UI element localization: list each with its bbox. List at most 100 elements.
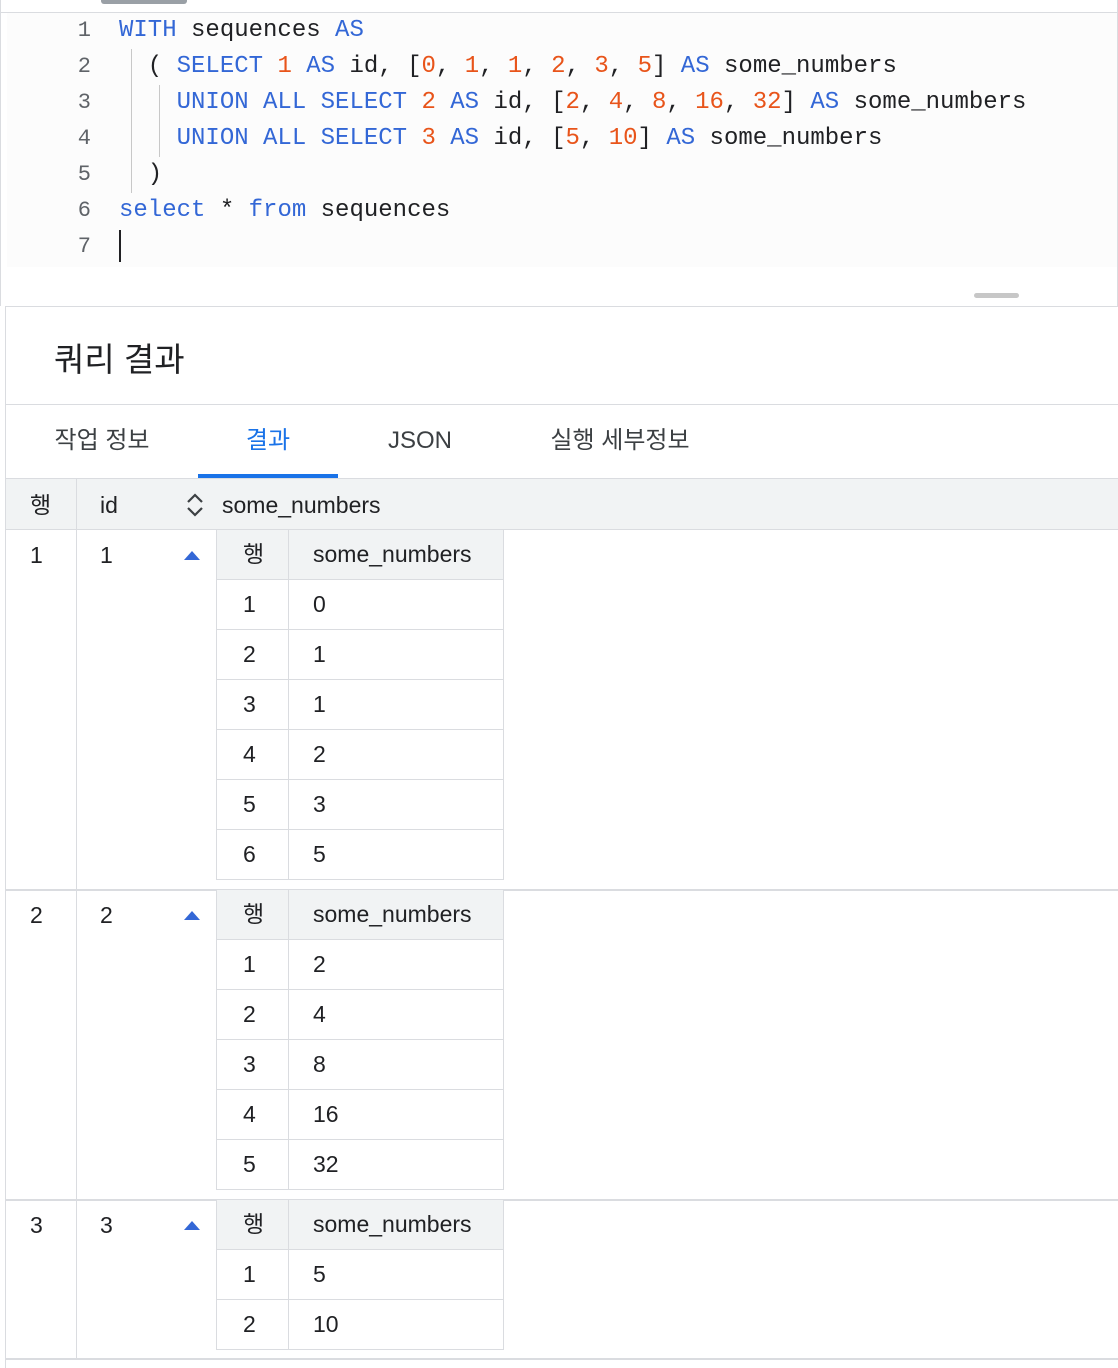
line-number: 6 [77,198,91,223]
results-table-header: 행 id some_numbers [6,478,1118,531]
sql-number: 5 [637,53,652,80]
sql-number: 8 [651,89,667,116]
editor-resize-handle[interactable] [974,293,1019,298]
sql-text: sequences [306,197,451,224]
code-line[interactable]: 1 WITH sequences AS [7,13,1117,49]
nested-row-number: 5 [217,1140,289,1189]
row-number: 3 [30,1212,43,1238]
collapse-icon[interactable] [184,551,200,560]
nested-value-cell: 1 [313,691,326,717]
nested-row-number: 3 [217,1040,289,1089]
nested-row-number: 1 [217,1250,289,1299]
sql-keyword: select [119,197,206,224]
code-line[interactable]: 7 [7,229,1117,265]
nested-table-row: 24 [217,990,503,1040]
sql-keyword: UNION ALL SELECT [176,89,408,116]
sql-text: ( [119,53,177,80]
tab-job-info[interactable]: 작업 정보 [30,418,174,478]
row-number: 1 [30,542,43,568]
sql-text: , [608,53,638,80]
code-text: ) [119,157,162,193]
sql-number: 3 [421,125,436,152]
code-line[interactable]: 6 select * from sequences [7,193,1117,229]
code-line[interactable]: 2 ( SELECT 1 AS id, [0, 1, 1, 2, 3, 5] A… [7,49,1117,85]
sql-text: , [579,89,609,116]
divider [6,404,1118,405]
collapse-icon[interactable] [184,911,200,920]
sql-keyword: AS [666,125,696,152]
nested-table-header: 행 some_numbers [217,1200,503,1250]
editor-top-bar [1,0,1117,13]
code-line[interactable]: 5 ) [7,157,1117,193]
divider [5,306,6,1368]
sql-number: 5 [565,125,580,152]
collapse-icon[interactable] [184,1221,200,1230]
nested-table-row: 5 32 [217,1140,503,1190]
nested-table-row: 42 [217,730,503,780]
sql-text: , [435,53,465,80]
sql-number: 1 [507,53,523,80]
sql-number: 2 [551,53,566,80]
nested-table-row: 21 [217,630,503,680]
sql-number: 1 [464,53,480,80]
code-line[interactable]: 4 UNION ALL SELECT 3 AS id, [5, 10] AS s… [7,121,1117,157]
sql-text: some_numbers [709,53,897,80]
nested-table-row: 12 [217,940,503,990]
nested-row-number: 4 [217,1090,289,1139]
code-line[interactable]: 3 UNION ALL SELECT 2 AS id, [2, 4, 8, 16… [7,85,1117,121]
sql-text: id, [ [479,89,566,116]
nested-table-header: 행 some_numbers [217,890,503,940]
sql-text: , [522,53,552,80]
nested-value-cell: 32 [313,1151,339,1177]
nested-value-cell: 10 [313,1311,339,1337]
sql-keyword: AS [810,89,840,116]
code-text: UNION ALL SELECT 2 AS id, [2, 4, 8, 16, … [119,85,1027,121]
sql-keyword: AS [450,125,480,152]
editor-body[interactable]: 1 WITH sequences AS 2 ( SELECT 1 AS id, [0… [7,13,1117,267]
nested-table-row: 65 [217,830,503,880]
header-row: 행 [30,492,52,518]
nested-row-number: 3 [217,680,289,729]
nested-table: 행 some_numbers 1 2 2 4 3 8 4 16 5 32 [216,890,504,1190]
nested-row-number: 6 [217,830,289,879]
nested-value-cell: 16 [313,1101,339,1127]
nested-row-number: 2 [217,630,289,679]
sql-number: 32 [752,89,782,116]
sql-keyword: SELECT [176,53,264,80]
line-number: 4 [77,126,91,151]
nested-table-row: 10 [217,580,503,630]
sql-keyword: AS [680,53,710,80]
row-divider [6,889,1118,891]
nested-table: 행 some_numbers 1 5 2 10 [216,1200,504,1350]
sql-keyword: AS [306,53,336,80]
sql-number: 16 [695,89,724,116]
sql-editor[interactable]: 1 WITH sequences AS 2 ( SELECT 1 AS id, [0… [0,0,1118,306]
sql-keyword: AS [450,89,480,116]
id-cell: 2 [100,902,113,928]
line-number: 7 [77,234,91,259]
column-divider [76,530,77,890]
sort-icon[interactable] [184,491,206,519]
sql-text: sequences [176,17,336,44]
tab-execution-details[interactable]: 실행 세부정보 [530,418,710,478]
sql-number: 10 [608,125,638,152]
nested-value-cell: 5 [313,841,326,867]
sql-text: , [565,53,595,80]
nested-table-row: 15 [217,1250,503,1300]
tab-results[interactable]: 결과 [198,418,338,478]
row-divider [6,1199,1118,1201]
sql-text: , [723,89,753,116]
sql-keyword: from [248,197,307,224]
nested-header-some-numbers: some_numbers [313,541,472,567]
line-number: 5 [77,162,91,187]
header-id[interactable]: id [100,479,118,531]
sql-text: ] [637,125,667,152]
id-cell: 3 [100,1212,113,1238]
header-some-numbers[interactable]: some_numbers [222,479,381,531]
tab-json[interactable]: JSON [356,418,484,478]
